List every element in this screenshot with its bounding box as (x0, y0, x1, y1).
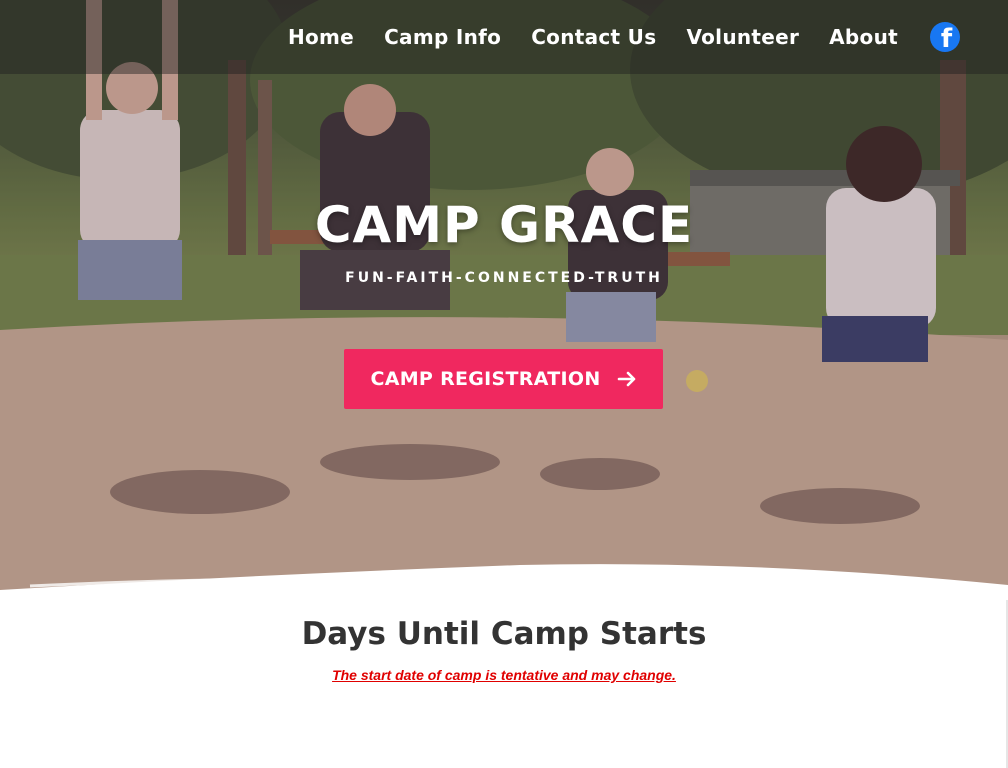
facebook-icon[interactable]: f (930, 22, 960, 52)
camp-registration-button[interactable]: CAMP REGISTRATION (344, 349, 663, 409)
hero-section: Home Camp Info Contact Us Volunteer Abou… (0, 0, 1008, 610)
nav-item-camp-info[interactable]: Camp Info (384, 25, 501, 49)
countdown-title: Days Until Camp Starts (301, 616, 707, 652)
nav-item-about[interactable]: About (829, 25, 898, 49)
hero-overlay (0, 0, 1008, 610)
nav-item-volunteer[interactable]: Volunteer (686, 25, 799, 49)
camp-registration-label: CAMP REGISTRATION (370, 368, 601, 390)
main-nav: Home Camp Info Contact Us Volunteer Abou… (0, 0, 1008, 74)
nav-item-contact-us[interactable]: Contact Us (531, 25, 656, 49)
hero-title: CAMP GRACE (314, 196, 694, 254)
hero-wave-divider (0, 564, 1008, 610)
nav-item-home[interactable]: Home (288, 25, 354, 49)
hero-tagline: FUN-FAITH-CONNECTED-TRUTH (345, 270, 663, 286)
arrow-right-icon (617, 371, 635, 387)
countdown-disclaimer: The start date of camp is tentative and … (332, 667, 676, 683)
